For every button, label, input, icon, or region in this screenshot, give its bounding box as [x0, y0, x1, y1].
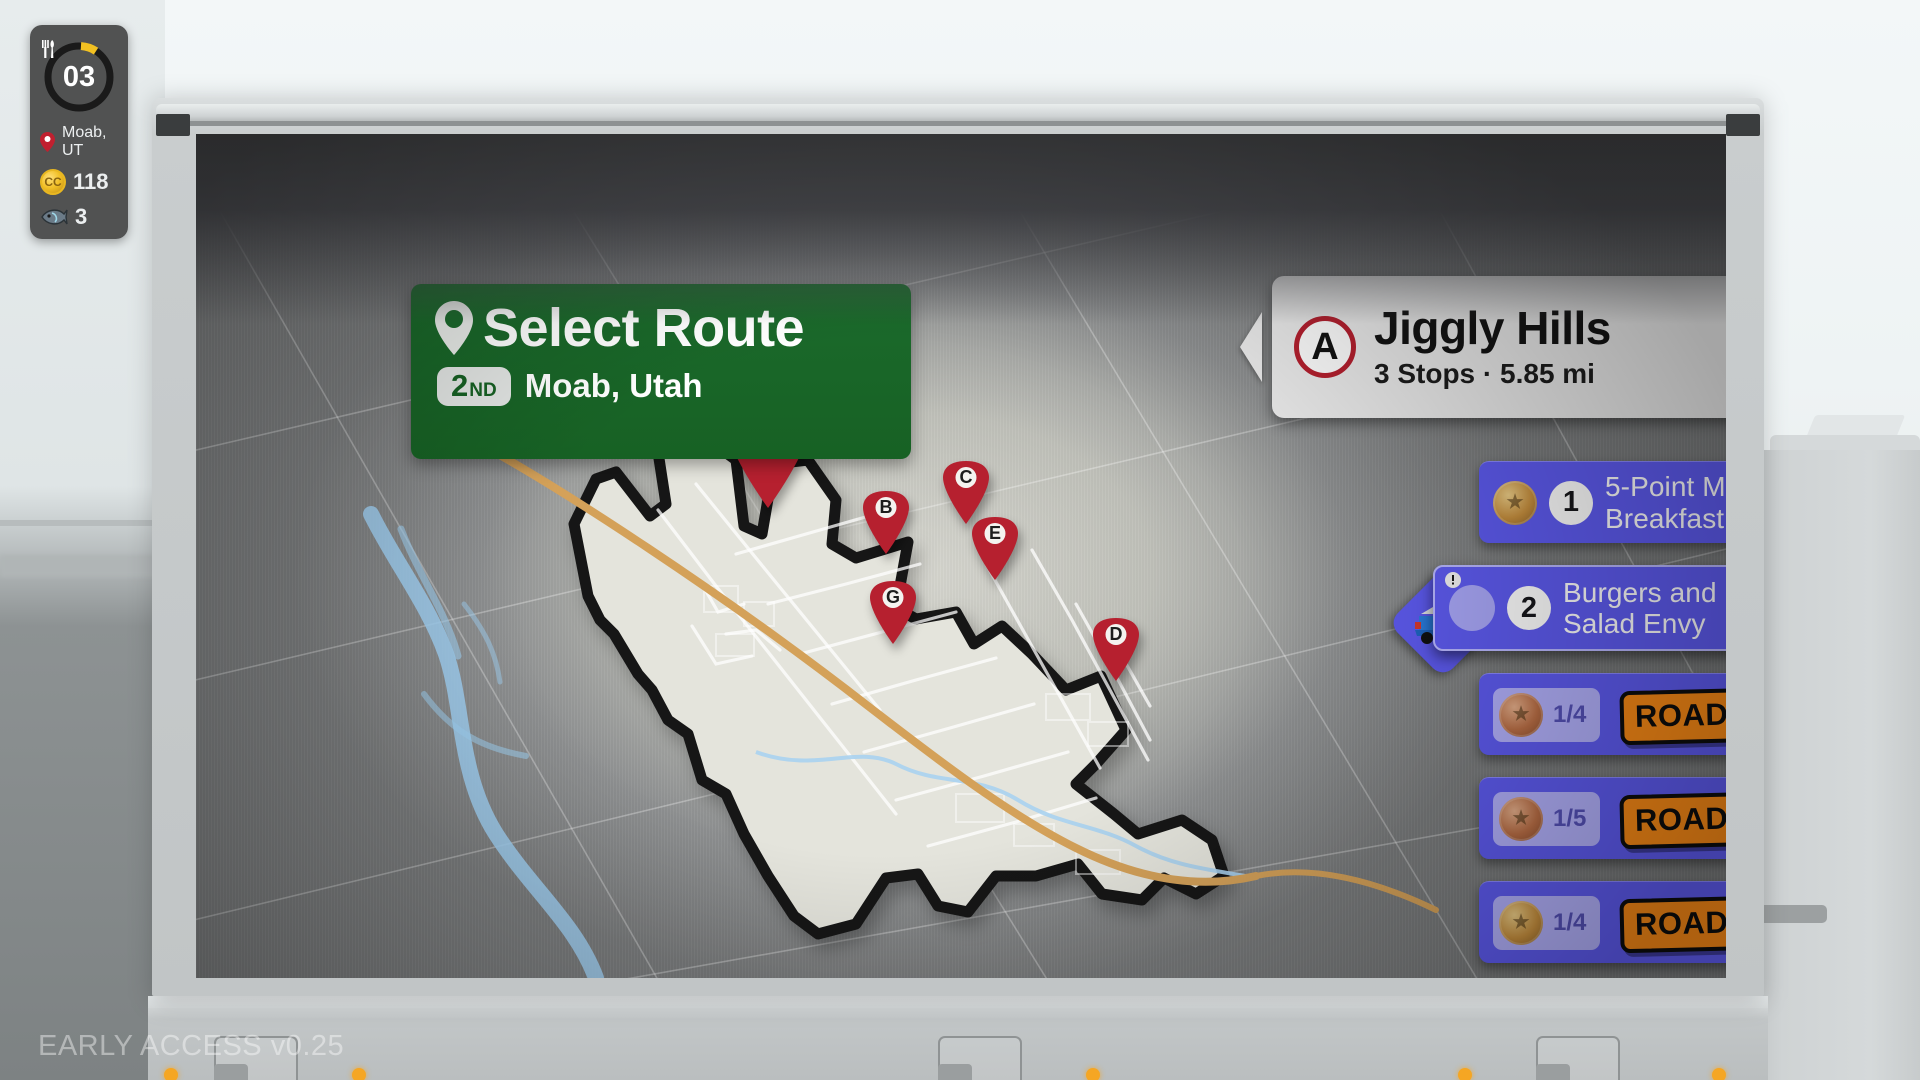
- day-counter-label: 03: [41, 39, 117, 115]
- hud-location-label: Moab, UT: [62, 124, 107, 159]
- dashboard-knob[interactable]: [938, 1064, 972, 1080]
- road-closed-sign: ROAD CLOSED: [1619, 892, 1726, 953]
- map-pin-label: B: [879, 496, 893, 517]
- stop-number-badge: 2: [1507, 586, 1551, 630]
- closure-cost-chip: ★ 1/5: [1493, 791, 1601, 846]
- map-pin-label: G: [885, 586, 901, 607]
- map-pin-icon: [40, 132, 55, 152]
- cc-coin-icon: CC: [40, 169, 66, 195]
- placeholder-token-icon: [1449, 585, 1495, 631]
- map-pin-label: E: [988, 522, 1002, 543]
- ordinal-number: 2: [451, 367, 469, 403]
- road-closed-row[interactable]: ★ 1/4 ROAD CLOSED: [1479, 881, 1726, 963]
- dashboard-indicator-light: [352, 1068, 366, 1080]
- screen-frame-groove: [190, 121, 1726, 126]
- gold-coin-icon: ★: [1493, 480, 1537, 525]
- route-sign-subtitle: 2 ND Moab, Utah: [433, 366, 889, 406]
- appliance-handle: [1757, 905, 1827, 923]
- stop-line-1: 5-Point Menu: [1605, 471, 1726, 503]
- navigation-screen: FABCEGD Select Route 2ND Moab, Utah A Ji…: [196, 134, 1726, 978]
- hud-location-row: Moab, UT: [30, 124, 128, 160]
- map-pin-e[interactable]: E: [971, 516, 1019, 582]
- fish-icon: [40, 206, 68, 228]
- coin-emblem: ★: [1512, 912, 1530, 933]
- road-closed-sign: ROAD CLOSED: [1619, 684, 1726, 745]
- coin-emblem: ★: [1512, 808, 1530, 829]
- dashboard-knob[interactable]: [1536, 1064, 1570, 1080]
- copper-coin-icon: ★: [1499, 692, 1543, 737]
- route-letter-badge: A: [1294, 316, 1356, 378]
- coin-emblem: ★: [1506, 492, 1524, 513]
- road-closed-row[interactable]: ★ 1/5 ROAD CLOSED: [1479, 777, 1726, 859]
- coin-emblem: ★: [1512, 704, 1530, 725]
- stop-number-badge: 1: [1549, 480, 1593, 525]
- map-pin-label: C: [959, 466, 973, 487]
- player-hud: 03 Moab, UT CC 118 3: [30, 25, 128, 239]
- dashboard-indicator-light: [1458, 1068, 1472, 1080]
- map-pin-b[interactable]: B: [862, 490, 910, 556]
- copper-coin-icon: ★: [1499, 796, 1543, 841]
- city-label: Moab, Utah: [524, 367, 703, 405]
- map-pin-g[interactable]: G: [869, 580, 917, 646]
- map-pin-label: D: [1109, 623, 1123, 644]
- dashboard-knob[interactable]: [214, 1064, 248, 1080]
- stop-text: Burgers and PattiesSalad Envy: [1563, 577, 1726, 640]
- day-counter: 03: [62, 60, 96, 93]
- closure-cost-chip: ★ 1/4: [1493, 895, 1601, 950]
- screen-hinge-left: [156, 114, 190, 136]
- hud-fish-row: 3: [30, 204, 128, 230]
- screen-top-shade: [196, 134, 1726, 324]
- dashboard-indicator-light: [1086, 1068, 1100, 1080]
- closure-ratio: 1/5: [1553, 804, 1587, 832]
- dashboard-indicator-light: [164, 1068, 178, 1080]
- screen-hinge-right: [1726, 114, 1760, 136]
- road-closed-sign: ROAD CLOSED: [1619, 788, 1726, 849]
- ordinal-badge: 2 ND: [437, 366, 511, 406]
- stop-line-1: Burgers and Patties: [1563, 576, 1726, 608]
- stop-text: 5-Point MenuBreakfast Favorites: [1605, 471, 1726, 534]
- map-pin-d[interactable]: D: [1092, 617, 1140, 683]
- utensils-icon: [42, 40, 54, 58]
- hud-fish-count: 3: [75, 204, 88, 229]
- stop-row-2[interactable]: 2 Burgers and PattiesSalad Envy: [1433, 565, 1726, 651]
- closure-ratio: 1/4: [1553, 700, 1587, 728]
- day-progress-ring: 03: [41, 39, 117, 115]
- stop-row-1[interactable]: ★ 1 5-Point MenuBreakfast Favorites: [1479, 461, 1726, 543]
- closure-ratio: 1/4: [1553, 908, 1587, 936]
- dashboard-indicator-light: [1712, 1068, 1726, 1080]
- closure-cost-chip: ★ 1/4: [1493, 687, 1601, 742]
- hud-coin-count: 118: [73, 169, 109, 194]
- gold-coin-icon: ★: [1499, 900, 1543, 945]
- hud-coins-row: CC 118: [30, 169, 128, 195]
- left-window-bar: [0, 555, 165, 577]
- stop-line-2: Salad Envy: [1563, 608, 1706, 639]
- route-stop-list: ★ 1 5-Point MenuBreakfast Favorites 2 Burger…: [1433, 461, 1726, 978]
- route-meta: 3 Stops · 5.85 mi: [1374, 357, 1595, 389]
- ordinal-suffix: ND: [469, 379, 497, 401]
- stop-line-2: Breakfast Favorites: [1605, 502, 1726, 534]
- road-closed-row[interactable]: ★ 1/4 ROAD CLOSED: [1479, 673, 1726, 755]
